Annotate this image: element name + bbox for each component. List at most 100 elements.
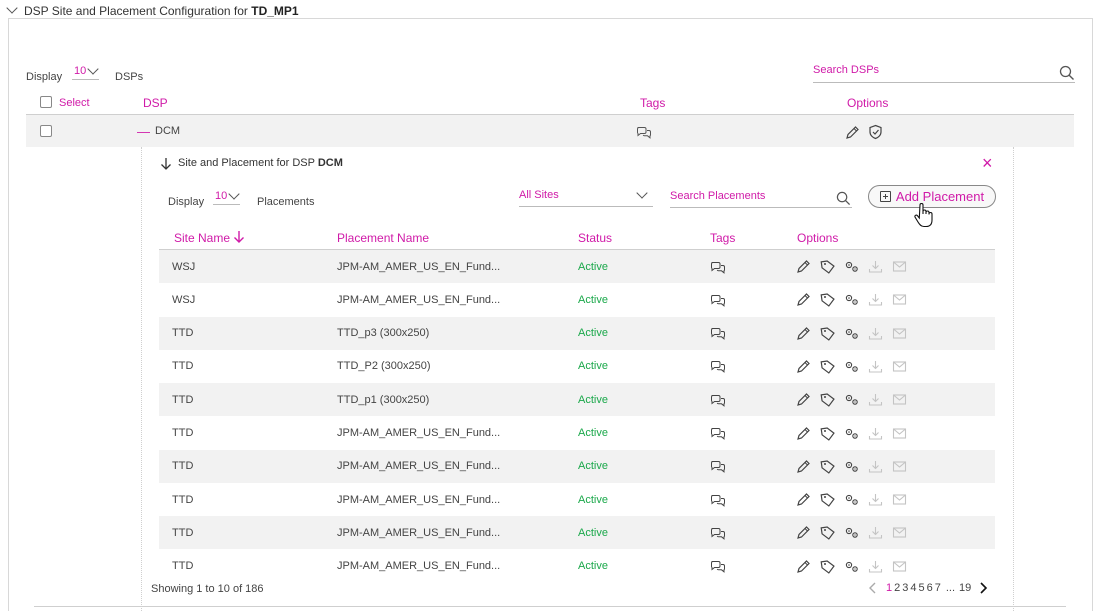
placements-search-input[interactable]: Search Placements xyxy=(670,190,852,208)
download-icon xyxy=(868,494,883,506)
placement-name-cell[interactable]: JPM-AM_AMER_US_EN_Fund... xyxy=(337,516,500,549)
plus-box-icon xyxy=(879,191,891,202)
mail-icon xyxy=(892,361,907,372)
next-page-icon[interactable] xyxy=(978,582,988,594)
expanded-marker[interactable]: — xyxy=(137,124,150,139)
dsp-header[interactable]: DSP xyxy=(143,96,168,110)
comments-icon[interactable] xyxy=(636,125,652,139)
settings-gears-icon[interactable] xyxy=(844,392,859,407)
tag-icon[interactable] xyxy=(820,559,835,574)
placements-page-size-select[interactable]: 10 xyxy=(213,188,241,205)
placement-name-cell[interactable]: JPM-AM_AMER_US_EN_Fund... xyxy=(337,250,500,283)
mail-icon xyxy=(892,394,907,405)
tag-icon[interactable] xyxy=(820,292,835,308)
placement-name-cell[interactable]: TTD_P2 (300x250) xyxy=(337,350,431,383)
page-number[interactable]: 3 xyxy=(902,582,908,594)
placement-name-header[interactable]: Placement Name xyxy=(337,231,429,245)
page-number[interactable]: 4 xyxy=(910,582,916,594)
comments-icon[interactable] xyxy=(710,326,726,340)
page-number[interactable]: 5 xyxy=(919,582,925,594)
tag-icon[interactable] xyxy=(820,459,835,474)
select-header: Select xyxy=(59,97,90,109)
search-icon[interactable] xyxy=(836,191,851,206)
tag-icon[interactable] xyxy=(820,392,835,407)
edit-icon[interactable] xyxy=(796,426,811,441)
dsp-page-size-select[interactable]: 10 xyxy=(72,63,100,80)
placement-row: TTD TTD_P2 (300x250) Active xyxy=(159,350,995,383)
comments-icon[interactable] xyxy=(710,426,726,440)
page-number[interactable]: 1 xyxy=(886,582,892,594)
settings-gears-icon[interactable] xyxy=(844,359,859,374)
site-name-cell: TTD xyxy=(172,427,194,439)
section-header[interactable]: DSP Site and Placement Configuration for… xyxy=(6,2,299,19)
edit-icon[interactable] xyxy=(796,259,811,274)
placement-name-cell[interactable]: JPM-AM_AMER_US_EN_Fund... xyxy=(337,450,500,483)
edit-icon[interactable] xyxy=(796,559,811,574)
comments-icon[interactable] xyxy=(710,359,726,374)
select-all-checkbox[interactable] xyxy=(40,96,52,108)
settings-gears-icon[interactable] xyxy=(844,292,859,307)
tag-icon[interactable] xyxy=(820,359,835,374)
page-number[interactable]: 6 xyxy=(927,582,933,594)
options-cell xyxy=(796,550,907,583)
comments-icon[interactable] xyxy=(710,559,726,574)
comments-icon[interactable] xyxy=(710,260,726,274)
tag-icon[interactable] xyxy=(820,426,835,441)
edit-icon[interactable] xyxy=(845,125,860,140)
settings-gears-icon[interactable] xyxy=(844,426,859,441)
placement-name-cell[interactable]: JPM-AM_AMER_US_EN_Fund... xyxy=(337,550,500,583)
placement-row: TTD JPM-AM_AMER_US_EN_Fund... Active xyxy=(159,449,995,483)
placement-row: TTD TTD_p3 (300x250) Active xyxy=(159,316,995,350)
status-header[interactable]: Status xyxy=(578,231,612,245)
edit-icon[interactable] xyxy=(796,292,811,307)
showing-count: Showing 1 to 10 of 186 xyxy=(151,583,264,595)
placement-name-cell[interactable]: JPM-AM_AMER_US_EN_Fund... xyxy=(337,417,500,450)
shield-check-icon[interactable] xyxy=(868,124,883,140)
tags-cell xyxy=(710,450,726,483)
settings-gears-icon[interactable] xyxy=(844,326,859,341)
edit-icon[interactable] xyxy=(796,392,811,407)
sort-arrow-down-icon[interactable] xyxy=(233,230,245,244)
edit-icon[interactable] xyxy=(796,359,811,374)
edit-icon[interactable] xyxy=(796,492,811,507)
mail-icon xyxy=(892,328,907,339)
mail-icon xyxy=(892,261,907,272)
comments-icon[interactable] xyxy=(710,526,726,540)
comments-icon[interactable] xyxy=(710,293,726,307)
settings-gears-icon[interactable] xyxy=(844,259,859,274)
edit-icon[interactable] xyxy=(796,525,811,540)
tags-cell xyxy=(710,483,726,516)
tag-icon[interactable] xyxy=(820,525,835,541)
dsp-search-input[interactable]: Search DSPs xyxy=(813,64,1075,83)
edit-icon[interactable] xyxy=(796,326,811,341)
comments-icon[interactable] xyxy=(710,459,726,474)
placement-name-cell[interactable]: TTD_p1 (300x250) xyxy=(337,383,429,416)
dsp-row-checkbox[interactable] xyxy=(40,125,52,137)
comments-icon[interactable] xyxy=(710,393,726,407)
prev-page-icon[interactable] xyxy=(868,582,878,594)
placements-panel-title: Site and Placement for DSP DCM xyxy=(178,157,343,169)
close-panel-icon[interactable]: × xyxy=(982,154,993,172)
site-filter-select[interactable]: All Sites xyxy=(519,189,653,207)
settings-gears-icon[interactable] xyxy=(844,492,859,507)
comments-icon[interactable] xyxy=(710,493,726,507)
placement-name-cell[interactable]: JPM-AM_AMER_US_EN_Fund... xyxy=(337,483,500,516)
settings-gears-icon[interactable] xyxy=(844,459,859,474)
download-icon xyxy=(868,261,883,273)
search-icon[interactable] xyxy=(1059,65,1075,81)
page-last[interactable]: 19 xyxy=(959,582,971,594)
site-name-header[interactable]: Site Name xyxy=(174,231,230,245)
page-number[interactable]: 7 xyxy=(935,582,941,594)
tag-icon[interactable] xyxy=(820,492,835,507)
site-name-cell: TTD xyxy=(172,360,194,373)
tags-cell xyxy=(710,383,726,416)
placement-name-cell[interactable]: TTD_p3 (300x250) xyxy=(337,317,429,350)
settings-gears-icon[interactable] xyxy=(844,525,859,540)
edit-icon[interactable] xyxy=(796,459,811,474)
tag-icon[interactable] xyxy=(820,259,835,274)
placement-name-cell[interactable]: JPM-AM_AMER_US_EN_Fund... xyxy=(337,283,500,316)
tag-icon[interactable] xyxy=(820,326,835,341)
collapse-chevron-icon[interactable] xyxy=(6,2,18,14)
settings-gears-icon[interactable] xyxy=(844,559,859,574)
page-number[interactable]: 2 xyxy=(894,582,900,594)
